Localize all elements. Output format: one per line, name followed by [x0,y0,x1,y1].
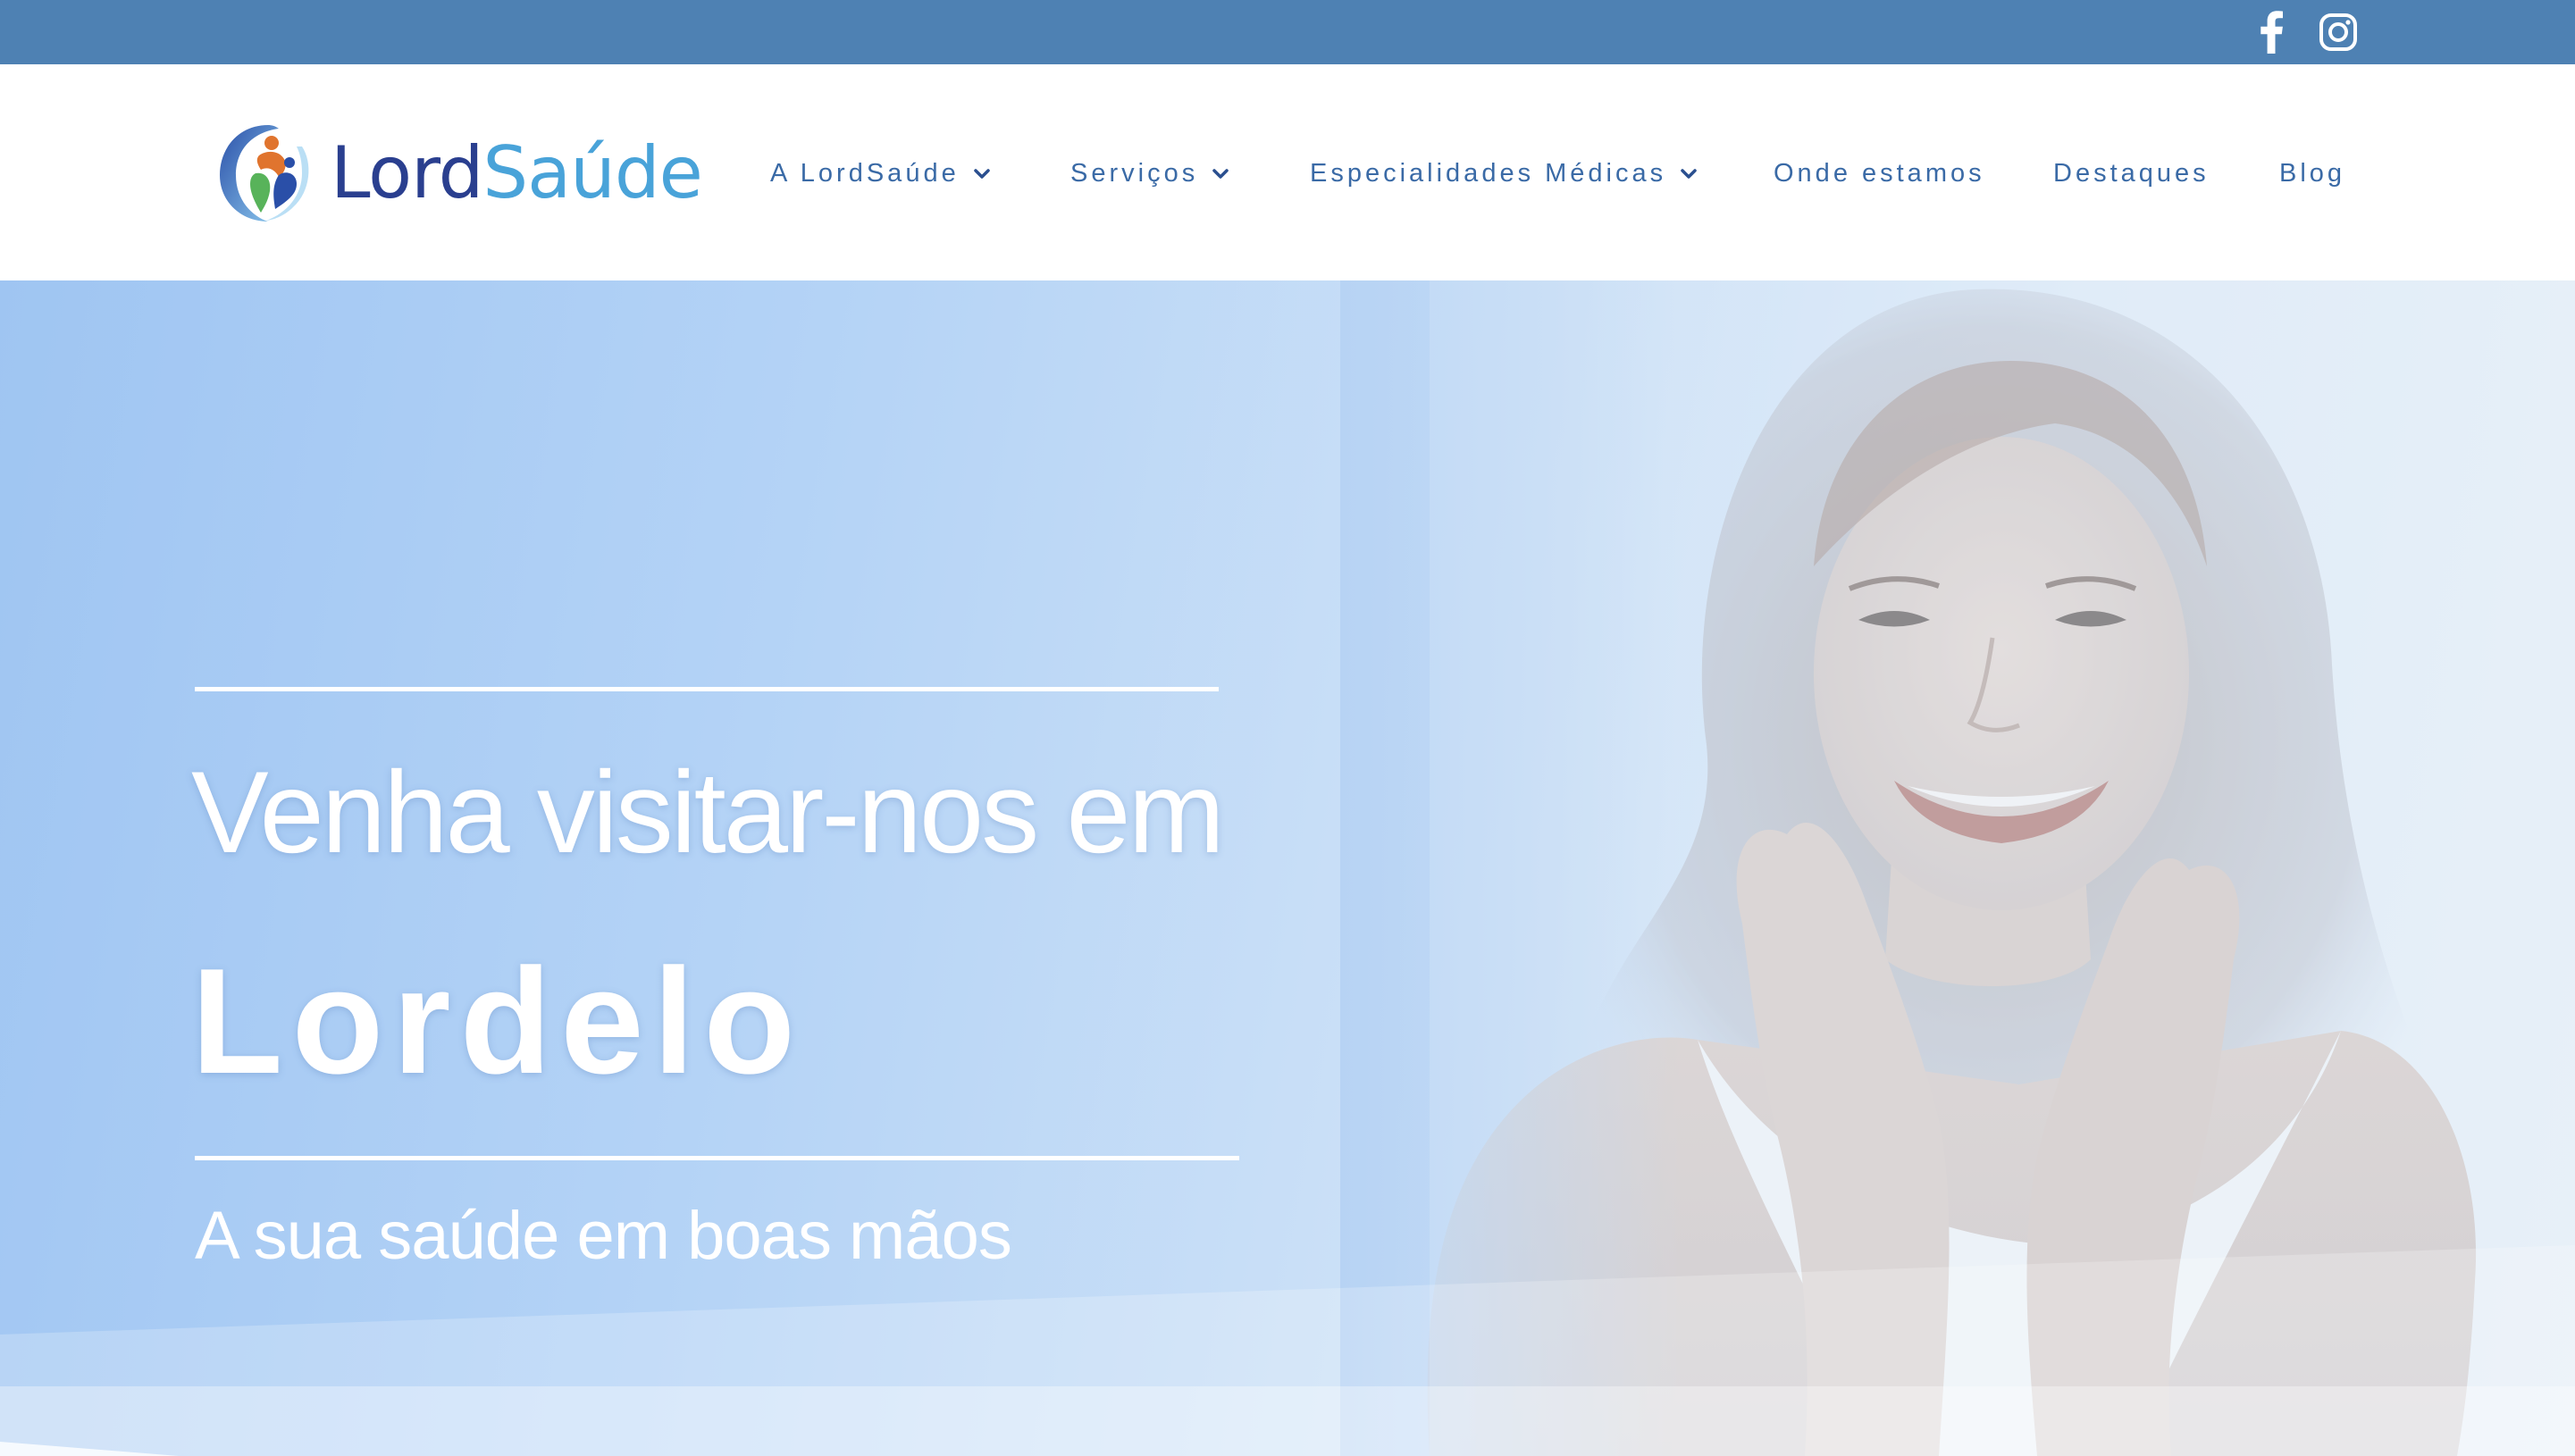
nav-item-especialidades-medicas[interactable]: Especialidades Médicas [1310,155,1698,191]
hero-title: Lordelo [191,937,804,1105]
nav-item-label: Blog [2279,158,2346,188]
nav-item-label: Onde estamos [1774,158,1985,188]
nav-item-onde-estamos[interactable]: Onde estamos [1774,155,1985,191]
nav-item-servicos[interactable]: Serviços [1070,155,1230,191]
nav-item-label: Serviços [1070,158,1199,188]
chevron-down-icon [973,169,990,179]
hero-divider-top [195,687,1219,691]
chevron-down-icon [1212,169,1229,179]
facebook-icon[interactable] [2248,9,2294,55]
nav-item-label: Destaques [2053,158,2210,188]
nav-item-label: A LordSaúde [770,158,960,188]
top-bar [0,0,2575,64]
hero-pretitle: Venha visitar-nos em [191,747,1225,877]
hero-divider-bottom [195,1156,1239,1160]
chevron-down-icon [1681,169,1697,179]
nav-item-blog[interactable]: Blog [2279,155,2345,191]
main-nav: A LordSaúde Serviços Especialidades Médi… [0,64,2575,280]
nav-item-destaques[interactable]: Destaques [2053,155,2210,191]
nav-item-a-lordsaude[interactable]: A LordSaúde [770,155,992,191]
hero-banner: Venha visitar-nos em Lordelo A sua saúde… [0,280,2575,1456]
instagram-icon[interactable] [2315,9,2361,55]
hero-subtitle: A sua saúde em boas mãos [195,1198,1012,1274]
nav-item-label: Especialidades Médicas [1310,158,1667,188]
site-header: LordSaúde A LordSaúde Serviços Especiali… [0,64,2575,280]
